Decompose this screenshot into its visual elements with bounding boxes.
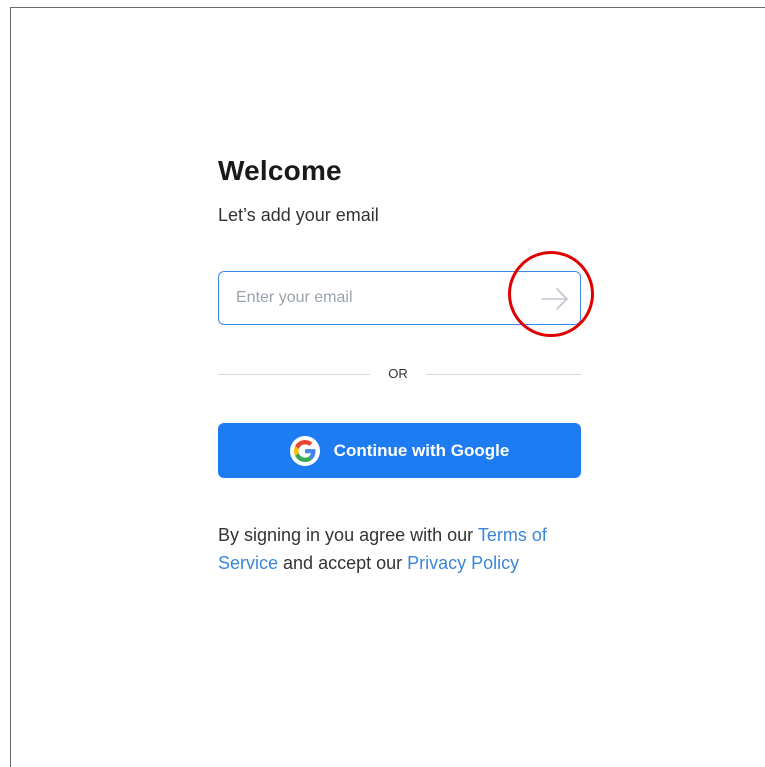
submit-email-button[interactable]: [540, 285, 570, 313]
page-title: Welcome: [218, 155, 342, 186]
legal-notice: By signing in you agree with our Terms o…: [218, 522, 581, 577]
page-subtitle: Let’s add your email: [218, 205, 379, 225]
google-g-icon: [289, 435, 320, 466]
divider-text: OR: [388, 366, 408, 381]
arrow-right-icon: [541, 288, 568, 310]
divider-line-right: [426, 374, 581, 375]
legal-middle: and accept our: [278, 552, 408, 573]
google-button-label: Continue with Google: [333, 440, 510, 460]
browser-frame: [10, 7, 765, 767]
email-input[interactable]: [236, 272, 516, 324]
google-button-content: Continue with Google: [218, 423, 581, 478]
or-divider: OR: [218, 363, 581, 385]
divider-line-left: [218, 374, 370, 375]
continue-with-google-button[interactable]: Continue with Google: [218, 423, 581, 478]
email-field-container: [218, 271, 581, 325]
legal-prefix: By signing in you agree with our: [218, 525, 478, 545]
privacy-policy-link[interactable]: Privacy Policy: [407, 553, 519, 573]
